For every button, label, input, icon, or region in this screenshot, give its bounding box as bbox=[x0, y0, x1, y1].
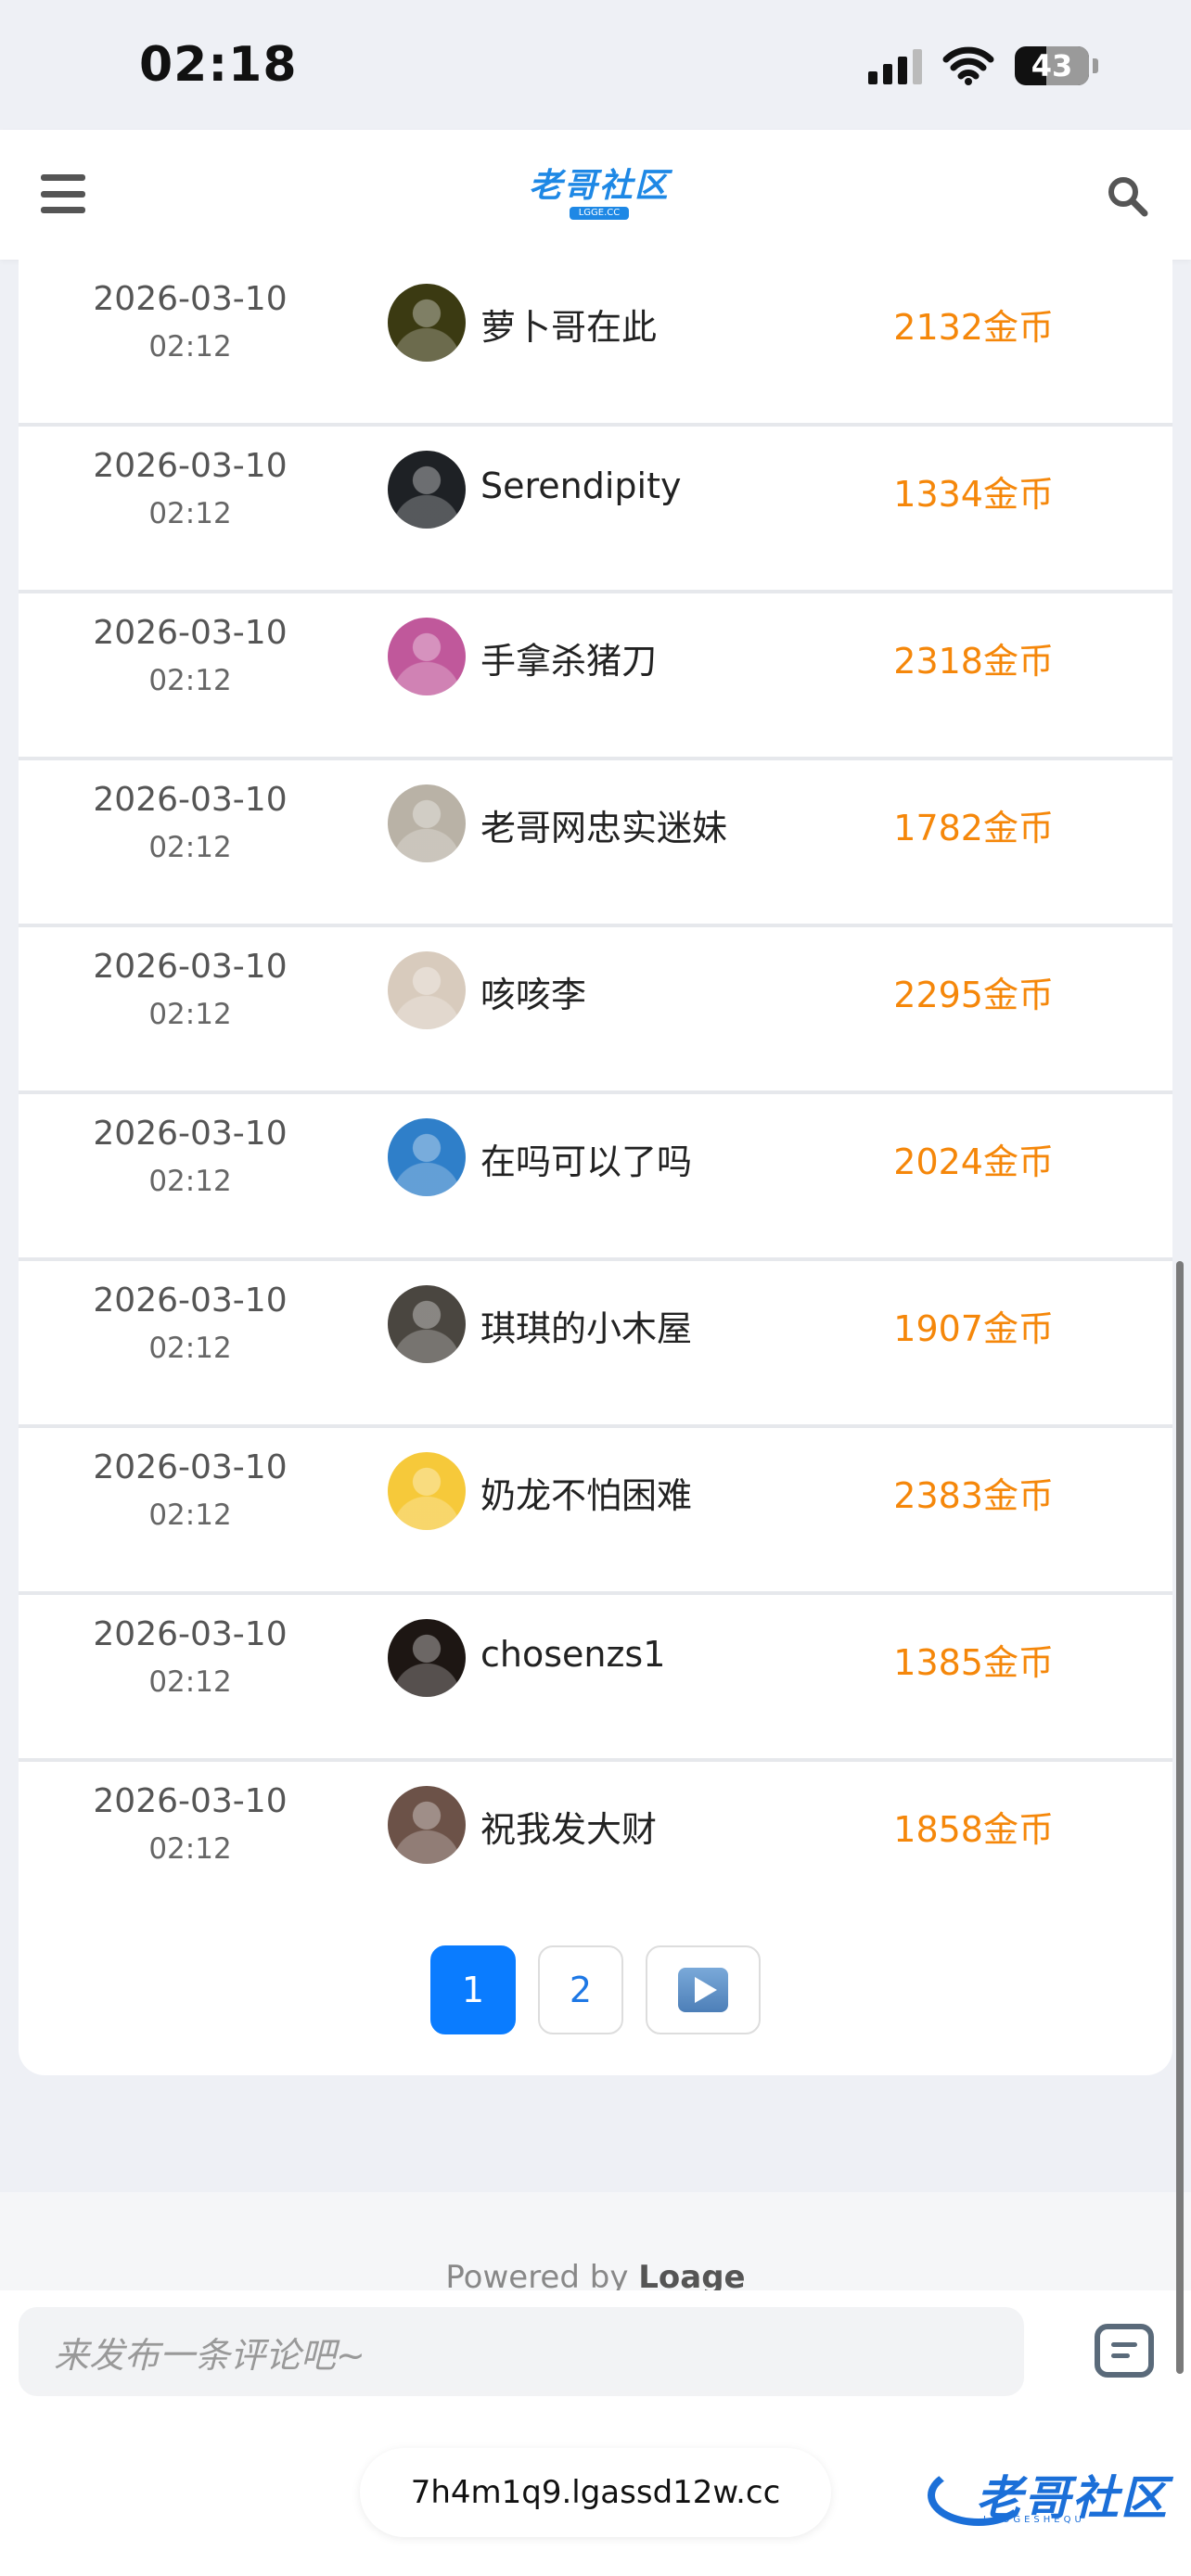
coin-amount: 2024金币 bbox=[893, 1141, 1054, 1182]
record-time: 02:12 bbox=[148, 1332, 232, 1365]
record-time: 02:12 bbox=[148, 1665, 232, 1699]
record-date: 2026-03-10 bbox=[93, 1282, 288, 1320]
username[interactable]: 手拿杀猪刀 bbox=[480, 632, 657, 683]
avatar[interactable] bbox=[388, 1786, 466, 1864]
avatar[interactable] bbox=[388, 951, 466, 1029]
avatar[interactable] bbox=[388, 1285, 466, 1363]
record-date: 2026-03-10 bbox=[93, 1782, 288, 1820]
battery-level: 43 bbox=[1031, 48, 1073, 83]
list-item[interactable]: 2026-03-10 02:12 祝我发大财 1858金币 bbox=[19, 1762, 1172, 1925]
avatar[interactable] bbox=[388, 618, 466, 695]
record-time: 02:12 bbox=[148, 1832, 232, 1866]
record-date: 2026-03-10 bbox=[93, 1615, 288, 1653]
coin-amount: 2318金币 bbox=[893, 641, 1054, 682]
list-item[interactable]: 2026-03-10 02:12 chosenzs1 1385金币 bbox=[19, 1595, 1172, 1762]
avatar[interactable] bbox=[388, 1118, 466, 1196]
record-date: 2026-03-10 bbox=[93, 1448, 288, 1486]
record-date: 2026-03-10 bbox=[93, 948, 288, 986]
logo-text: 老哥社区 bbox=[528, 167, 670, 205]
reward-records-card: 2026-03-10 02:12 萝卜哥在此 2132金币 2026-03-10 02:1… bbox=[19, 260, 1172, 2075]
avatar[interactable] bbox=[388, 1619, 466, 1697]
username[interactable]: chosenzs1 bbox=[480, 1634, 665, 1675]
username[interactable]: Serendipity bbox=[480, 465, 682, 506]
search-icon[interactable] bbox=[1106, 174, 1148, 217]
list-item[interactable]: 2026-03-10 02:12 Serendipity 1334金币 bbox=[19, 427, 1172, 593]
list-item[interactable]: 2026-03-10 02:12 手拿杀猪刀 2318金币 bbox=[19, 593, 1172, 760]
record-date: 2026-03-10 bbox=[93, 447, 288, 485]
status-bar: 02:18 43 bbox=[0, 0, 1191, 130]
site-logo[interactable]: 老哥社区 LGGE.CC bbox=[527, 169, 672, 221]
username[interactable]: 萝卜哥在此 bbox=[480, 299, 657, 350]
coin-amount: 1334金币 bbox=[893, 474, 1054, 515]
wifi-icon bbox=[942, 46, 994, 85]
username[interactable]: 琪琪的小木屋 bbox=[480, 1300, 692, 1351]
battery-icon: 43 bbox=[1015, 46, 1089, 85]
avatar[interactable] bbox=[388, 284, 466, 362]
hamburger-menu-icon[interactable] bbox=[41, 174, 85, 213]
comment-icon[interactable] bbox=[1095, 2324, 1154, 2378]
battery-tip bbox=[1093, 58, 1098, 73]
record-date: 2026-03-10 bbox=[93, 614, 288, 652]
record-time: 02:12 bbox=[148, 1165, 232, 1198]
coin-amount: 1858金币 bbox=[893, 1809, 1054, 1850]
comment-input[interactable]: 来发布一条评论吧~ bbox=[19, 2307, 1024, 2396]
coin-amount: 1782金币 bbox=[893, 808, 1054, 848]
record-time: 02:12 bbox=[148, 1498, 232, 1532]
comment-bar: 来发布一条评论吧~ 7h4m1q9.lgassd12w.cc 老哥社区 LAOG… bbox=[0, 2290, 1191, 2576]
username[interactable]: 祝我发大财 bbox=[480, 1801, 657, 1852]
cellular-signal-icon bbox=[868, 47, 922, 84]
list-item[interactable]: 2026-03-10 02:12 在吗可以了吗 2024金币 bbox=[19, 1094, 1172, 1261]
page-1-button[interactable]: 1 bbox=[430, 1945, 516, 2034]
url-pill[interactable]: 7h4m1q9.lgassd12w.cc bbox=[360, 2448, 831, 2537]
app-header: 老哥社区 LGGE.CC bbox=[0, 130, 1191, 260]
record-time: 02:12 bbox=[148, 998, 232, 1031]
avatar[interactable] bbox=[388, 784, 466, 862]
avatar[interactable] bbox=[388, 1452, 466, 1530]
status-icons: 43 bbox=[868, 46, 1098, 85]
record-date: 2026-03-10 bbox=[93, 280, 288, 318]
play-next-icon bbox=[678, 1968, 728, 2012]
page-2-button[interactable]: 2 bbox=[538, 1945, 623, 2034]
pagination: 1 2 bbox=[19, 1945, 1172, 2034]
logo-subtext: LGGE.CC bbox=[569, 207, 630, 220]
list-item[interactable]: 2026-03-10 02:12 奶龙不怕困难 2383金币 bbox=[19, 1428, 1172, 1595]
record-date: 2026-03-10 bbox=[93, 781, 288, 819]
avatar[interactable] bbox=[388, 451, 466, 529]
coin-amount: 2383金币 bbox=[893, 1475, 1054, 1516]
username[interactable]: 咳咳李 bbox=[480, 966, 586, 1017]
list-item[interactable]: 2026-03-10 02:12 琪琪的小木屋 1907金币 bbox=[19, 1261, 1172, 1428]
username[interactable]: 在吗可以了吗 bbox=[480, 1133, 692, 1184]
list-item[interactable]: 2026-03-10 02:12 萝卜哥在此 2132金币 bbox=[19, 260, 1172, 427]
list-item[interactable]: 2026-03-10 02:12 老哥网忠实迷妹 1782金币 bbox=[19, 760, 1172, 927]
username[interactable]: 老哥网忠实迷妹 bbox=[480, 799, 727, 850]
record-time: 02:12 bbox=[148, 664, 232, 697]
watermark-logo: 老哥社区 LAOGESHEQU bbox=[928, 2457, 1176, 2528]
scrollbar[interactable] bbox=[1176, 1261, 1184, 2374]
record-time: 02:12 bbox=[148, 497, 232, 530]
status-time: 02:18 bbox=[139, 37, 298, 93]
list-item[interactable]: 2026-03-10 02:12 咳咳李 2295金币 bbox=[19, 927, 1172, 1094]
record-date: 2026-03-10 bbox=[93, 1115, 288, 1153]
coin-amount: 2132金币 bbox=[893, 307, 1054, 348]
coin-amount: 1907金币 bbox=[893, 1308, 1054, 1349]
record-time: 02:12 bbox=[148, 330, 232, 363]
coin-amount: 1385金币 bbox=[893, 1642, 1054, 1683]
coin-amount: 2295金币 bbox=[893, 975, 1054, 1015]
watermark-subtext: LAOGESHEQU bbox=[983, 2515, 1085, 2525]
record-time: 02:12 bbox=[148, 831, 232, 864]
next-page-button[interactable] bbox=[646, 1945, 761, 2034]
username[interactable]: 奶龙不怕困难 bbox=[480, 1467, 692, 1518]
